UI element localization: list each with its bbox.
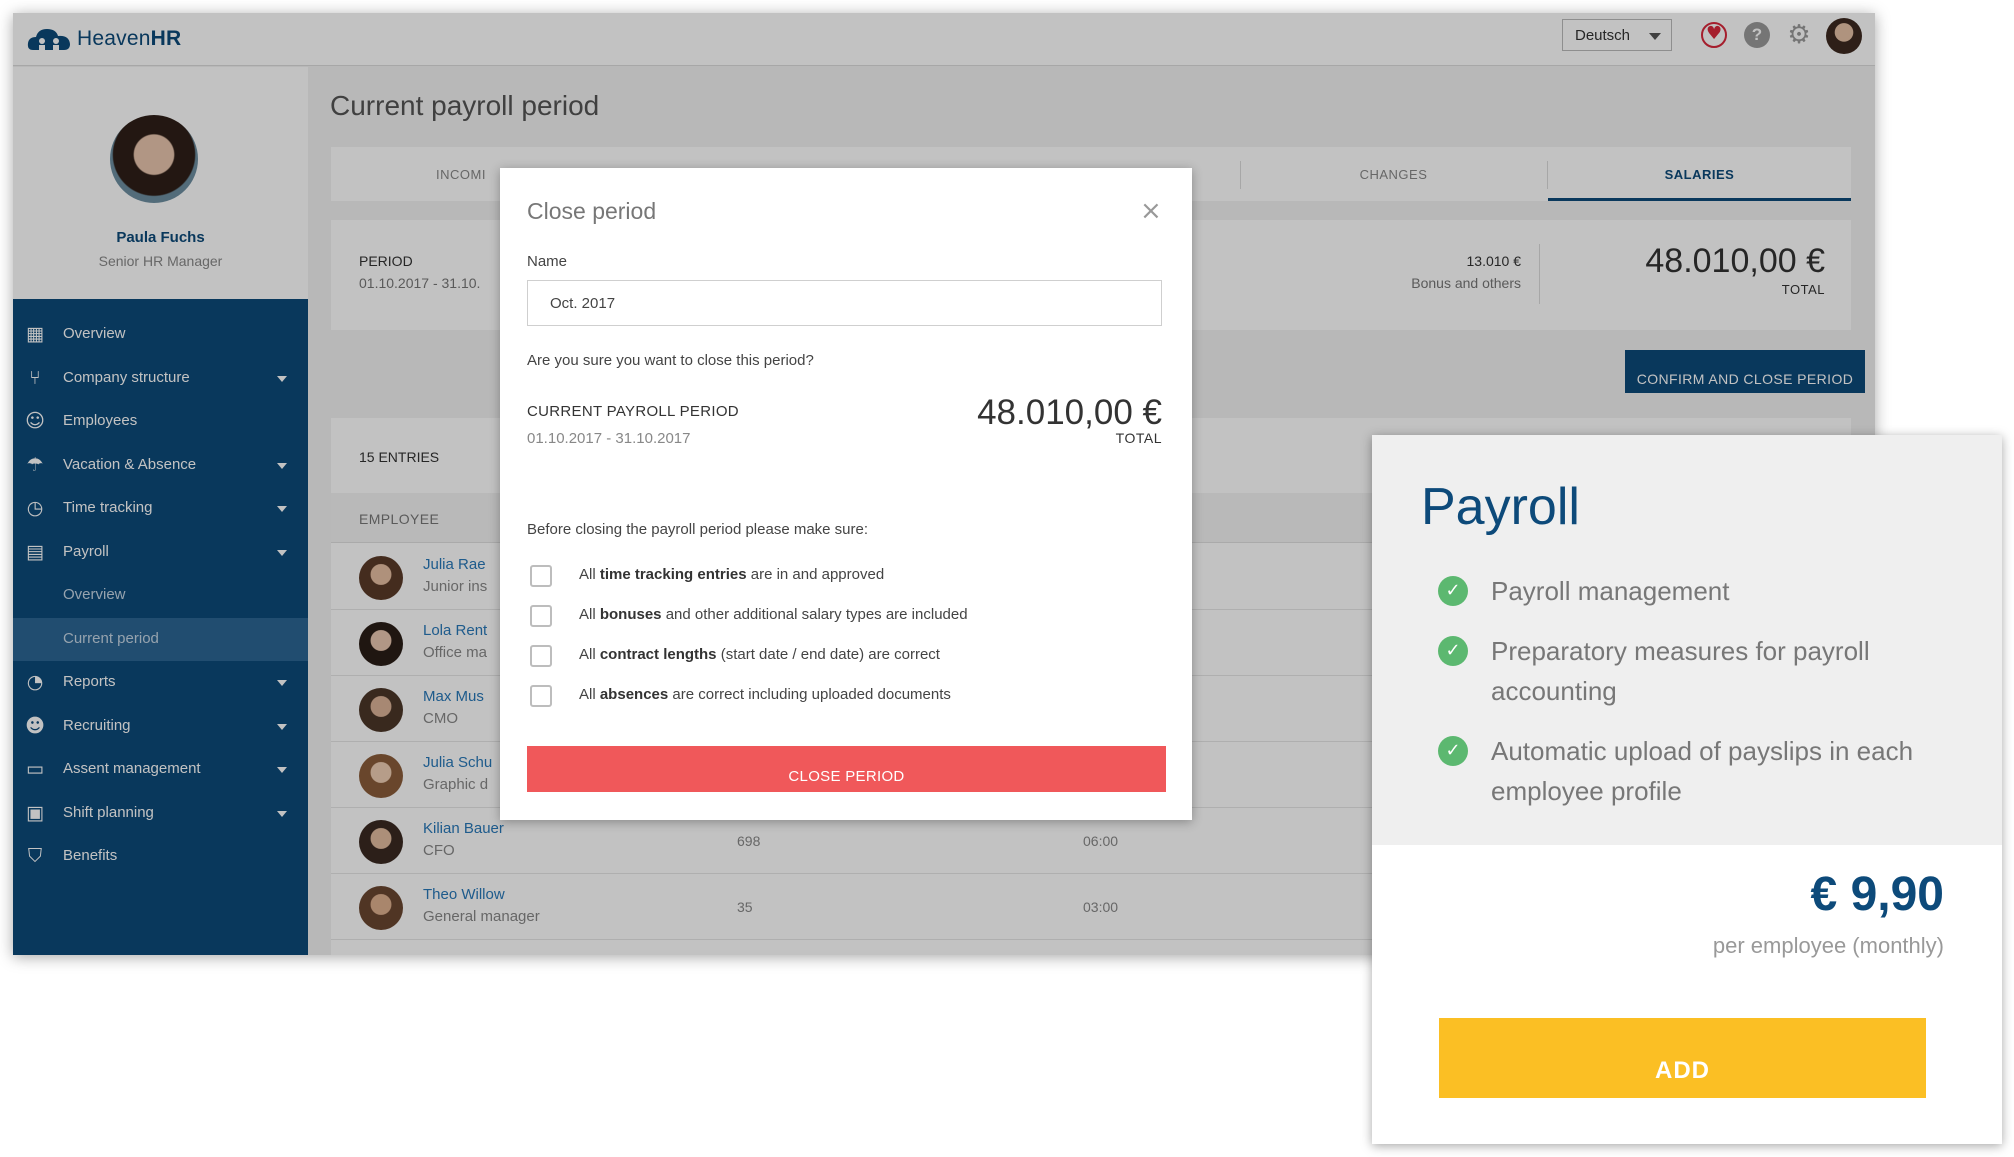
- current-payroll-period-range: 01.10.2017 - 31.10.2017: [527, 430, 691, 447]
- close-period-dialog: Close period × Name Are you sure you wan…: [500, 168, 1192, 820]
- checklist-label: All absences are correct including uploa…: [579, 686, 951, 703]
- name-label: Name: [527, 253, 568, 270]
- confirm-question: Are you sure you want to close this peri…: [527, 352, 814, 369]
- close-icon[interactable]: ×: [1140, 196, 1162, 226]
- period-name-input[interactable]: [527, 280, 1162, 326]
- dialog-total-label: TOTAL: [1115, 430, 1162, 446]
- check-circle-icon: ✓: [1438, 736, 1468, 766]
- plan-price-unit: per employee (monthly): [1712, 933, 1944, 958]
- checklist-label: All time tracking entries are in and app…: [579, 566, 885, 583]
- feature-text: Payroll management: [1491, 576, 1730, 606]
- checklist-checkbox[interactable]: [530, 605, 552, 627]
- card-title: Payroll: [1421, 478, 1580, 536]
- checklist-checkbox[interactable]: [530, 565, 552, 587]
- card-features-panel: Payroll ✓ Payroll management ✓ Preparatory …: [1372, 435, 2002, 845]
- check-circle-icon: ✓: [1438, 576, 1468, 606]
- checklist-checkbox[interactable]: [530, 645, 552, 667]
- close-period-button[interactable]: CLOSE PERIOD: [527, 746, 1166, 792]
- current-payroll-period-label: CURRENT PAYROLL PERIOD: [527, 403, 739, 420]
- plan-price: € 9,90: [1810, 868, 1944, 921]
- checklist-label: All contract lengths (start date / end d…: [579, 646, 940, 663]
- feature-text: Automatic upload of payslips in each emp…: [1491, 736, 1914, 806]
- add-button[interactable]: ADD: [1439, 1018, 1926, 1098]
- checklist-label: All bonuses and other additional salary …: [579, 606, 968, 623]
- dialog-total: 48.010,00 €: [977, 393, 1162, 432]
- payroll-plan-card: Payroll ✓ Payroll management ✓ Preparatory …: [1372, 435, 2002, 1144]
- check-circle-icon: ✓: [1438, 636, 1468, 666]
- feature-text: Preparatory measures for payroll account…: [1491, 636, 1870, 706]
- checklist-checkbox[interactable]: [530, 685, 552, 707]
- dialog-title: Close period: [527, 198, 657, 224]
- checklist-intro: Before closing the payroll period please…: [527, 521, 869, 538]
